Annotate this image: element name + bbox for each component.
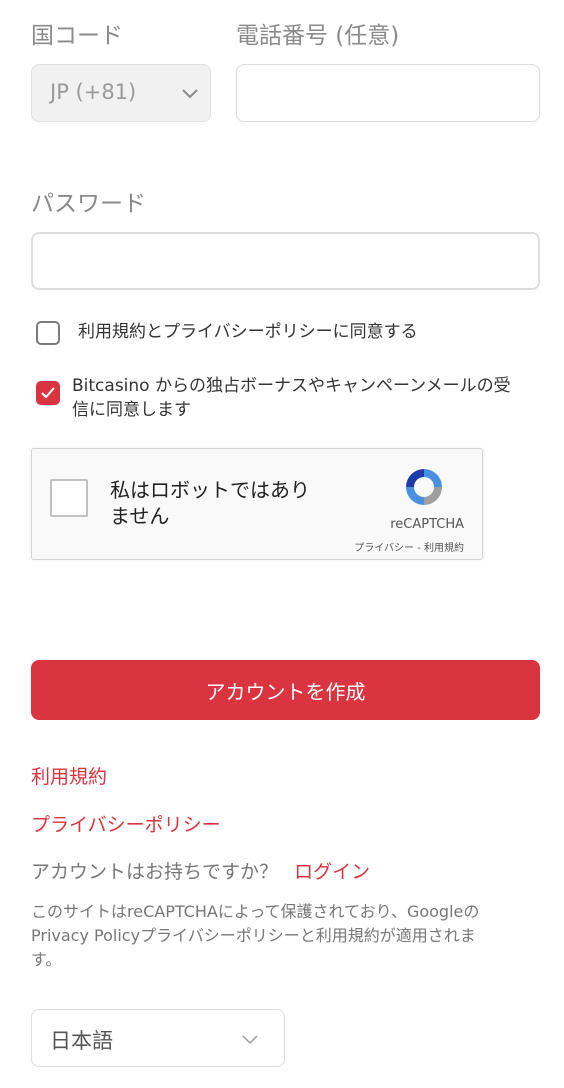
recaptcha-privacy-link[interactable]: プライバシー [354, 543, 414, 554]
promo-checkbox[interactable] [36, 381, 60, 405]
promo-checkbox-label-line2: 信に同意します [72, 400, 191, 420]
phone-label: 電話番号 (任意) [236, 23, 400, 49]
chevron-down-icon [180, 83, 200, 107]
footnote-line3: す。 [31, 950, 62, 969]
country-code-select[interactable]: JP (+81) [31, 64, 211, 122]
country-code-value: JP (+81) [50, 80, 137, 104]
terms-checkbox-label: 利用規約とプライバシーポリシーに同意する [78, 322, 418, 342]
login-question: アカウントはお持ちですか？ [31, 861, 279, 883]
login-link[interactable]: ログイン [294, 861, 370, 883]
recaptcha-label: 私はロボットではあり ません [110, 477, 310, 529]
recaptcha-widget: 私はロボットではあり ません reCAPTCHA プライバシー - 利用規約 [31, 448, 483, 560]
recaptcha-logo-icon [400, 463, 448, 515]
chevron-down-icon [240, 1029, 260, 1053]
checkmark-icon [41, 387, 55, 399]
login-prompt: アカウントはお持ちですか？ ログイン [31, 857, 370, 884]
terms-link[interactable]: 利用規約 [31, 762, 107, 789]
privacy-policy-link[interactable]: プライバシーポリシー [31, 810, 221, 837]
recaptcha-terms-link[interactable]: 利用規約 [424, 543, 464, 554]
create-account-button[interactable]: アカウントを作成 [31, 660, 540, 720]
country-code-label: 国コード [31, 23, 123, 49]
footnote-line1: このサイトはreCAPTCHAによって保護されており、Googleの [31, 902, 480, 921]
recaptcha-footnote: このサイトはreCAPTCHAによって保護されており、Googleの Priva… [31, 900, 531, 972]
recaptcha-separator: - [414, 543, 424, 554]
language-select[interactable]: 日本語 [31, 1009, 285, 1067]
password-label: パスワード [31, 191, 146, 217]
password-input[interactable] [31, 232, 540, 290]
footnote-line2: Privacy Policyプライバシーポリシーと利用規約が適用されま [31, 926, 476, 945]
phone-input[interactable] [236, 64, 540, 122]
recaptcha-brand: reCAPTCHA [390, 517, 464, 532]
terms-checkbox[interactable] [36, 321, 60, 345]
promo-checkbox-label-line1: Bitcasino からの独占ボーナスやキャンペーンメールの受 [72, 376, 511, 396]
recaptcha-label-line1: 私はロボットではあり [110, 478, 310, 502]
recaptcha-checkbox[interactable] [50, 479, 88, 517]
recaptcha-footer: プライバシー - 利用規約 [354, 539, 464, 554]
recaptcha-label-line2: ません [110, 504, 170, 528]
language-value: 日本語 [50, 1029, 113, 1053]
